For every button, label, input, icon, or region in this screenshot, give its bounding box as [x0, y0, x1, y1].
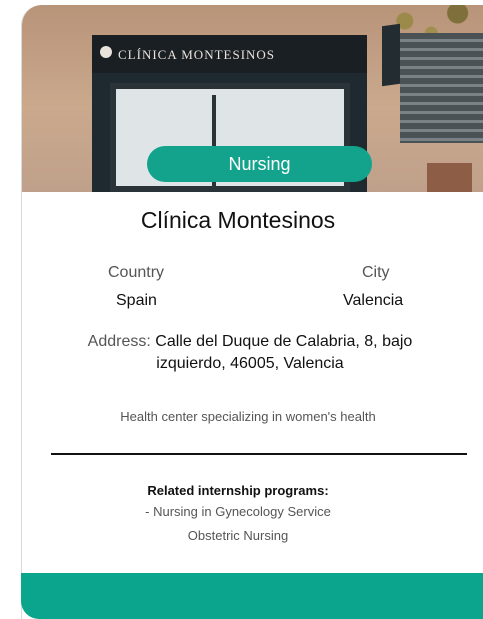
storefront-sign: CLÍNICA MONTESINOS: [92, 35, 367, 73]
photo-flag: [382, 23, 400, 87]
related-programs-title: Related internship programs:: [147, 483, 329, 498]
photo-blinds: [400, 33, 483, 143]
section-divider: [51, 453, 467, 455]
clinic-card: CLÍNICA MONTESINOS Nursing: [21, 5, 483, 619]
country-label: Country: [108, 264, 165, 281]
related-program-item[interactable]: - Nursing in Gynecology Service: [0, 504, 476, 519]
city-label: City: [362, 264, 390, 281]
related-program-item[interactable]: Obstetric Nursing: [0, 528, 476, 543]
clinic-title: Clínica Montesinos: [140, 207, 336, 233]
city-value: Valencia: [343, 292, 404, 309]
photo-box: [427, 163, 472, 192]
clinic-logo-icon: [100, 46, 112, 58]
storefront-sign-text: CLÍNICA MONTESINOS: [118, 47, 276, 62]
card-footer-bar: [21, 573, 483, 619]
country-value: Spain: [116, 292, 157, 309]
category-badge[interactable]: Nursing: [147, 146, 372, 182]
address-block: Address: Calle del Duque de Calabria, 8,…: [60, 331, 440, 375]
address-label: Address:: [87, 333, 151, 350]
clinic-description: Health center specializing in women's he…: [120, 409, 376, 424]
address-value: Calle del Duque de Calabria, 8, bajo izq…: [155, 333, 413, 372]
